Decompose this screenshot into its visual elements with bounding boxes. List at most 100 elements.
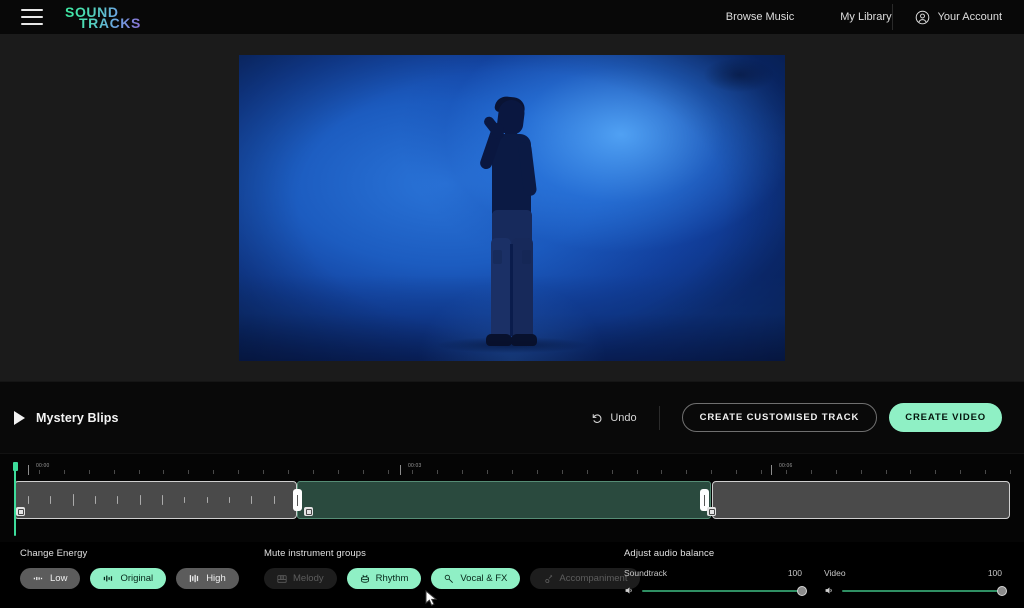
ruler-tick: [960, 470, 961, 474]
ruler-tick: [163, 470, 164, 474]
instrument-group-melody-label: Melody: [293, 573, 324, 584]
energy-option-original[interactable]: Original: [90, 568, 166, 589]
video-volume-knob[interactable]: [997, 586, 1007, 596]
video-volume-value: 100: [988, 568, 1002, 578]
clip-marker-badge-left[interactable]: [304, 507, 313, 516]
ruler-tick: [587, 470, 588, 474]
balance-sliders: Soundtrack 100 Video 100: [624, 568, 1002, 596]
ruler-tick: [213, 470, 214, 474]
ruler-tick: [985, 470, 986, 474]
play-icon[interactable]: [14, 411, 25, 425]
energy-option-high[interactable]: High: [176, 568, 239, 589]
ruler-tick-major: [400, 465, 401, 475]
ruler-tick: [238, 470, 239, 474]
ruler-tick: [661, 470, 662, 474]
instrument-group-vocal-fx[interactable]: Vocal & FX: [431, 568, 520, 589]
ruler-tick: [139, 470, 140, 474]
ruler-tick: [412, 470, 413, 474]
undo-label: Undo: [610, 412, 636, 424]
audio-clip-tail[interactable]: [712, 481, 1010, 519]
energy-option-high-label: High: [206, 573, 226, 584]
hamburger-menu-icon[interactable]: [21, 9, 43, 25]
video-slider-row: [824, 585, 1002, 596]
ruler-tick: [935, 470, 936, 474]
app-logo[interactable]: SOUND TRACKS: [65, 5, 141, 29]
ruler-tick: [388, 470, 389, 474]
video-vignette: [239, 55, 785, 361]
instrument-group-rhythm[interactable]: Rhythm: [347, 568, 422, 589]
ruler-tick: [437, 470, 438, 474]
ruler-tick: [786, 470, 787, 474]
video-preview[interactable]: [239, 55, 785, 361]
ruler-tick: [886, 470, 887, 474]
ruler-tick: [64, 470, 65, 474]
top-navigation-bar: SOUND TRACKS Browse Music My Library You…: [0, 0, 1024, 34]
nav-link-my-library[interactable]: My Library: [840, 11, 891, 23]
instrument-group-options: Melody Rhythm Vocal & FX: [264, 568, 594, 589]
energy-option-original-label: Original: [120, 573, 153, 584]
ruler-tick: [637, 470, 638, 474]
create-video-button[interactable]: CREATE VIDEO: [889, 403, 1002, 432]
instrument-group-melody[interactable]: Melody: [264, 568, 337, 589]
ruler-tick: [562, 470, 563, 474]
ruler-tick: [861, 470, 862, 474]
ruler-tick: [487, 470, 488, 474]
clip-marker-badge-right[interactable]: [707, 507, 716, 516]
instrument-group-rhythm-label: Rhythm: [376, 573, 409, 584]
undo-button[interactable]: Undo: [591, 406, 659, 430]
user-circle-icon: [915, 10, 930, 25]
ruler-tick: [736, 470, 737, 474]
ruler-tick: [711, 470, 712, 474]
piano-icon: [277, 574, 287, 584]
video-stage: [0, 34, 1024, 381]
video-volume-slider[interactable]: [842, 590, 1002, 592]
soundtrack-volume-label: Soundtrack: [624, 568, 667, 578]
ruler-time-label: 00:06: [779, 463, 793, 469]
audio-clip-waveform[interactable]: [14, 481, 297, 519]
mute-groups-title: Mute instrument groups: [264, 548, 594, 559]
waveform: [15, 482, 296, 518]
ruler-time-label: 00:00: [36, 463, 50, 469]
ruler-tick: [89, 470, 90, 474]
ruler-tick: [537, 470, 538, 474]
ruler-tick-major: [28, 465, 29, 475]
playhead[interactable]: [14, 464, 16, 536]
waveform-medium-icon: [103, 574, 114, 583]
audio-clip-selected-region[interactable]: [297, 481, 711, 519]
ruler-tick: [313, 470, 314, 474]
account-label: Your Account: [938, 11, 1002, 23]
ruler-tick: [462, 470, 463, 474]
video-volume-label: Video: [824, 568, 846, 578]
ruler-tick: [188, 470, 189, 474]
account-menu[interactable]: Your Account: [892, 4, 1002, 30]
soundtrack-volume-slider[interactable]: [642, 590, 802, 592]
drum-icon: [360, 574, 370, 584]
playhead-handle[interactable]: [13, 462, 18, 471]
waveform-high-icon: [189, 574, 200, 583]
ruler-tick: [811, 470, 812, 474]
speaker-icon[interactable]: [824, 585, 835, 596]
nav-link-browse-music[interactable]: Browse Music: [726, 11, 794, 23]
undo-arrow-icon: [591, 412, 603, 424]
energy-options: Low Original High: [20, 568, 250, 589]
energy-option-low[interactable]: Low: [20, 568, 80, 589]
ruler-tick: [263, 470, 264, 474]
mute-instrument-groups-panel: Mute instrument groups Melody Rhythm: [264, 542, 594, 607]
transport-bar: Mystery Blips Undo CREATE CUSTOMISED TRA…: [0, 381, 1024, 453]
timeline[interactable]: 00:0000:0300:06: [0, 453, 1024, 542]
ruler-tick: [1010, 470, 1011, 474]
track-title: Mystery Blips: [36, 411, 119, 425]
create-customised-track-button[interactable]: CREATE CUSTOMISED TRACK: [682, 403, 878, 432]
clip-trim-handle-left[interactable]: [293, 489, 302, 511]
ruler-tick: [761, 470, 762, 474]
clip-marker-badge-start[interactable]: [16, 507, 25, 516]
ruler-tick: [910, 470, 911, 474]
soundtrack-volume-knob[interactable]: [797, 586, 807, 596]
ruler-tick-major: [771, 465, 772, 475]
timeline-ruler[interactable]: 00:0000:0300:06: [14, 463, 1010, 479]
nav-links-group: Browse Music My Library Your Account: [726, 0, 1024, 34]
speaker-icon[interactable]: [624, 585, 635, 596]
timeline-clips[interactable]: [14, 481, 1010, 519]
instrument-group-accompaniment-label: Accompaniment: [559, 573, 627, 584]
energy-option-low-label: Low: [50, 573, 67, 584]
